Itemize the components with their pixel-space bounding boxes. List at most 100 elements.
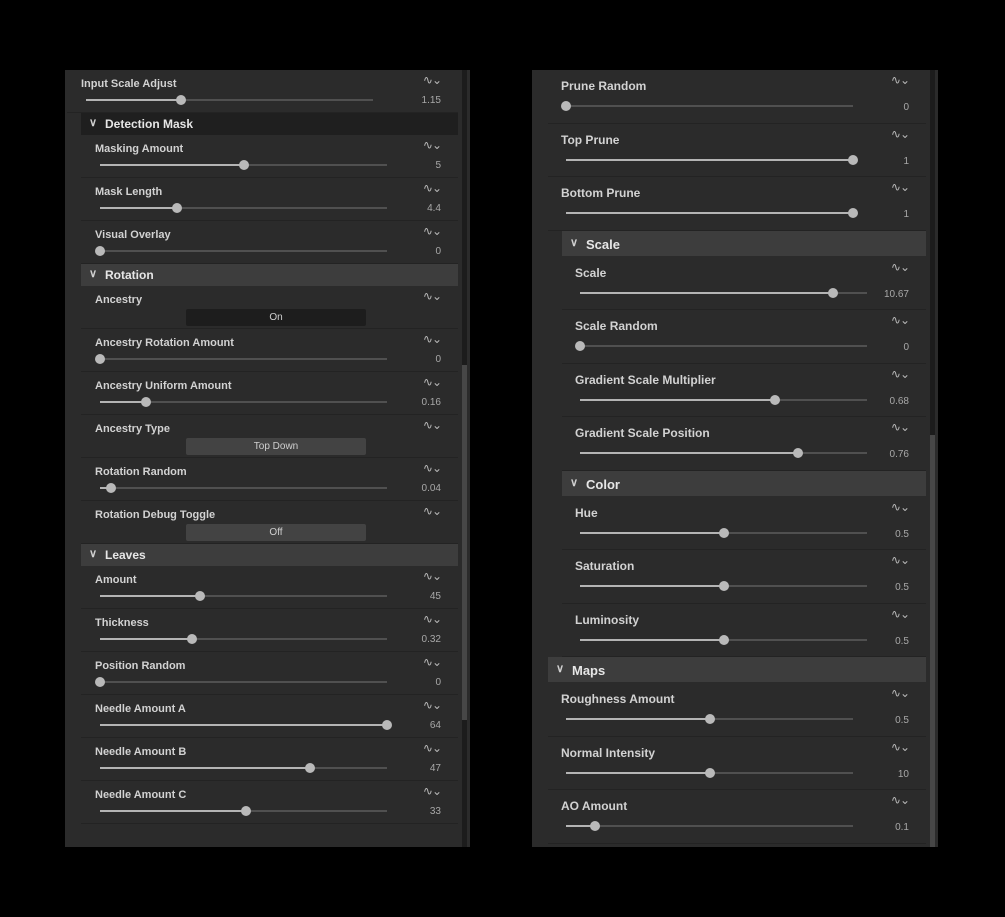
needle-amount-b-slider[interactable] — [100, 763, 387, 773]
top-prune-slider[interactable] — [566, 154, 858, 165]
slider-handle[interactable] — [175, 95, 186, 105]
slider-handle[interactable] — [106, 483, 117, 493]
curve-wave-icon[interactable]: ∿⌄ — [891, 500, 910, 514]
curve-wave-icon[interactable]: ∿⌄ — [891, 607, 910, 621]
needle-amount-c-slider[interactable] — [100, 806, 387, 816]
curve-wave-icon[interactable]: ∿⌄ — [891, 686, 910, 700]
property-value[interactable]: 10 — [898, 769, 909, 780]
chevron-down-icon[interactable]: ∨ — [570, 476, 578, 489]
mask-length-slider[interactable] — [100, 203, 387, 213]
slider-handle[interactable] — [718, 527, 729, 538]
curve-wave-icon[interactable]: ∿⌄ — [423, 332, 442, 346]
section-header-rotation[interactable]: ∨ Rotation — [81, 264, 458, 286]
curve-wave-icon[interactable]: ∿⌄ — [423, 375, 442, 389]
slider-handle[interactable] — [704, 767, 715, 778]
position-random-slider[interactable] — [95, 677, 387, 687]
section-header-scale[interactable]: ∨ Scale — [562, 230, 926, 256]
property-value[interactable]: 0 — [435, 354, 441, 365]
slider-handle[interactable] — [95, 677, 105, 687]
property-value[interactable]: 0.1 — [895, 822, 909, 833]
section-header-leaves[interactable]: ∨ Leaves — [81, 544, 458, 566]
slider-handle[interactable] — [704, 714, 715, 724]
slider-handle[interactable] — [172, 203, 183, 213]
amount-slider[interactable] — [100, 591, 387, 601]
ao-amount-slider[interactable] — [566, 821, 853, 831]
needle-amount-a-slider[interactable] — [100, 720, 392, 730]
rotation-debug-toggle-toggle-button[interactable]: Off — [186, 524, 366, 541]
curve-wave-icon[interactable]: ∿⌄ — [423, 224, 442, 238]
chevron-down-icon[interactable]: ∨ — [570, 236, 578, 249]
slider-handle[interactable] — [140, 397, 151, 407]
slider-handle[interactable] — [241, 806, 252, 816]
property-value[interactable]: 5 — [435, 160, 441, 171]
thickness-slider[interactable] — [100, 634, 387, 644]
normal-intensity-slider[interactable] — [566, 767, 853, 778]
slider-handle[interactable] — [95, 354, 105, 364]
visual-overlay-slider[interactable] — [95, 246, 387, 256]
curve-wave-icon[interactable]: ∿⌄ — [891, 180, 910, 194]
property-value[interactable]: 0.5 — [895, 582, 909, 593]
ancestry-type-toggle-button[interactable]: Top Down — [186, 438, 366, 455]
section-header-maps[interactable]: ∨ Maps — [548, 657, 926, 682]
curve-wave-icon[interactable]: ∿⌄ — [423, 73, 442, 87]
saturation-slider[interactable] — [580, 581, 867, 591]
property-value[interactable]: 4.4 — [427, 203, 441, 214]
property-value[interactable]: 1 — [903, 156, 909, 167]
property-value[interactable]: 45 — [430, 591, 441, 602]
input-scale-adjust-slider[interactable] — [86, 95, 373, 105]
curve-wave-icon[interactable]: ∿⌄ — [891, 260, 910, 274]
bottom-prune-slider[interactable] — [566, 208, 858, 218]
curve-wave-icon[interactable]: ∿⌄ — [423, 181, 442, 195]
section-header-color[interactable]: ∨ Color — [562, 470, 926, 496]
curve-wave-icon[interactable]: ∿⌄ — [891, 420, 910, 434]
right-scrollbar-thumb[interactable] — [930, 435, 935, 847]
scale-slider[interactable] — [580, 287, 867, 298]
curve-wave-icon[interactable]: ∿⌄ — [891, 127, 910, 141]
roughness-amount-slider[interactable] — [566, 714, 853, 724]
property-value[interactable]: 0 — [435, 246, 441, 257]
curve-wave-icon[interactable]: ∿⌄ — [423, 784, 442, 798]
slider-handle[interactable] — [238, 160, 249, 170]
luminosity-slider[interactable] — [580, 634, 867, 645]
curve-wave-icon[interactable]: ∿⌄ — [423, 569, 442, 583]
ancestry-toggle-button[interactable]: On — [186, 309, 366, 326]
chevron-down-icon[interactable]: ∨ — [89, 267, 97, 280]
property-value[interactable]: 0 — [903, 342, 909, 353]
masking-amount-slider[interactable] — [100, 160, 387, 170]
gradient-scale-position-slider[interactable] — [580, 448, 867, 458]
curve-wave-icon[interactable]: ∿⌄ — [423, 504, 442, 518]
property-value[interactable]: 0 — [435, 677, 441, 688]
property-value[interactable]: 0.5 — [895, 715, 909, 726]
property-value[interactable]: 0.68 — [890, 396, 909, 407]
slider-handle[interactable] — [382, 720, 392, 730]
slider-handle[interactable] — [589, 821, 600, 831]
property-value[interactable]: 0.5 — [895, 636, 909, 647]
ancestry-uniform-amount-slider[interactable] — [100, 397, 387, 407]
property-value[interactable]: 0.76 — [890, 449, 909, 460]
slider-handle[interactable] — [195, 591, 206, 601]
slider-handle[interactable] — [848, 154, 858, 165]
curve-wave-icon[interactable]: ∿⌄ — [423, 461, 442, 475]
curve-wave-icon[interactable]: ∿⌄ — [423, 612, 442, 626]
right-scrollbar[interactable] — [930, 70, 935, 847]
slider-handle[interactable] — [848, 208, 858, 218]
curve-wave-icon[interactable]: ∿⌄ — [423, 741, 442, 755]
slider-handle[interactable] — [561, 101, 571, 111]
ancestry-rotation-amount-slider[interactable] — [95, 354, 387, 364]
hue-slider[interactable] — [580, 527, 867, 538]
slider-handle[interactable] — [575, 341, 585, 351]
property-value[interactable]: 0.5 — [895, 529, 909, 540]
gradient-scale-multiplier-slider[interactable] — [580, 394, 867, 405]
curve-wave-icon[interactable]: ∿⌄ — [423, 138, 442, 152]
property-value[interactable]: 10.67 — [884, 289, 909, 300]
prune-random-slider[interactable] — [561, 101, 853, 111]
slider-handle[interactable] — [718, 581, 729, 591]
slider-handle[interactable] — [827, 287, 838, 298]
slider-handle[interactable] — [793, 448, 804, 458]
curve-wave-icon[interactable]: ∿⌄ — [891, 553, 910, 567]
curve-wave-icon[interactable]: ∿⌄ — [891, 73, 910, 87]
slider-handle[interactable] — [95, 246, 105, 256]
slider-handle[interactable] — [304, 763, 315, 773]
curve-wave-icon[interactable]: ∿⌄ — [423, 418, 442, 432]
chevron-down-icon[interactable]: ∨ — [89, 547, 97, 560]
